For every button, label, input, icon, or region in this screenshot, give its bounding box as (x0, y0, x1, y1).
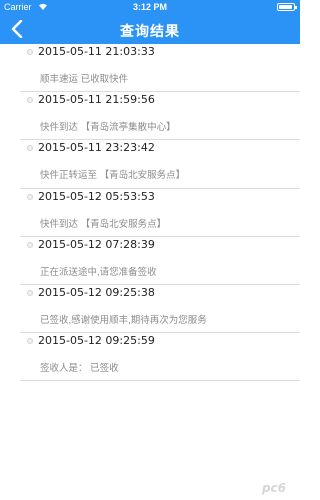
battery-icon (277, 3, 297, 11)
status-bar: Carrier 3:12 PM (0, 0, 300, 14)
record-desc: 快件到达 【青岛流亭集散中心】 (40, 122, 176, 134)
record-desc: 已签收,感谢使用顺丰,期待再次为您服务 (40, 314, 207, 326)
list-item: 2015-05-12 05:53:53 快件到达 【青岛北安服务点】 (0, 189, 300, 237)
record-time: 2015-05-12 07:28:39 (38, 237, 155, 251)
list-item: 2015-05-12 09:25:38 已签收,感谢使用顺丰,期待再次为您服务 (0, 285, 300, 334)
list-item: 2015-05-12 07:28:39 正在派送途中,请您准备签收 (0, 237, 300, 286)
timeline-dot-icon (27, 338, 33, 345)
record-desc: 顺丰速运 已收取快件 (40, 74, 129, 85)
list-item: 2015-05-11 21:03:33 顺丰速运 已收取快件 (0, 44, 300, 93)
record-desc: 签收人是： 已签收 (40, 363, 119, 375)
record-time: 2015-05-12 09:25:38 (38, 285, 155, 299)
timeline-dot-icon (27, 289, 33, 296)
record-time: 2015-05-12 05:53:53 (38, 189, 155, 203)
nav-bar: 查询结果 (0, 14, 300, 44)
watermark-logo: pc6 (261, 481, 287, 495)
list-item: 2015-05-11 23:23:42 快件正转运至 【青岛北安服务点】 (0, 140, 300, 189)
record-time: 2015-05-12 09:25:59 (38, 334, 155, 348)
record-desc: 快件正转运至 【青岛北安服务点】 (40, 170, 186, 182)
timeline-dot-icon (27, 193, 33, 200)
page-title: 查询结果 (120, 23, 180, 39)
tracking-list: 2015-05-11 21:03:33 顺丰速运 已收取快件 2015-05-1… (0, 44, 300, 382)
record-desc: 正在派送途中,请您准备签收 (40, 266, 157, 278)
timeline-dot-icon (27, 241, 33, 248)
timeline-dot-icon (27, 97, 33, 104)
timeline-dot-icon (27, 49, 33, 55)
status-time: 3:12 PM (132, 2, 167, 12)
list-item: 2015-05-11 21:59:56 快件到达 【青岛流亭集散中心】 (0, 92, 300, 141)
list-item: 2015-05-12 09:25:59 签收人是： 已签收 (0, 333, 300, 382)
record-desc: 快件到达 【青岛北安服务点】 (40, 218, 167, 230)
record-time: 2015-05-11 21:03:33 (38, 45, 155, 58)
record-time: 2015-05-11 21:59:56 (38, 93, 155, 107)
timeline-dot-icon (27, 145, 33, 152)
record-time: 2015-05-11 23:23:42 (38, 141, 155, 155)
